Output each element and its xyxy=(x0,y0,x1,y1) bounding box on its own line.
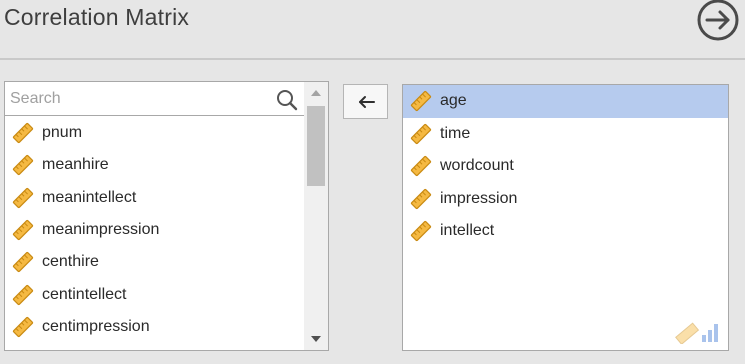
variable-label: impression xyxy=(440,189,518,207)
variable-label: centhire xyxy=(42,253,99,271)
continuous-ruler-icon xyxy=(12,252,34,273)
variable-label: meanhire xyxy=(42,156,109,174)
header-divider xyxy=(0,58,745,60)
variable-label: wordcount xyxy=(440,157,514,175)
arrow-left-icon xyxy=(358,95,375,108)
variable-label: intellect xyxy=(440,222,495,240)
variable-label: pnum xyxy=(42,124,83,142)
variable-item-meanimpression[interactable]: meanimpression xyxy=(5,214,304,246)
page-title: Correlation Matrix xyxy=(4,4,190,30)
continuous-ruler-icon xyxy=(12,187,34,208)
variable-label: time xyxy=(440,124,471,142)
scroll-up-arrow[interactable] xyxy=(304,82,328,104)
variable-item-meanhire[interactable]: meanhire xyxy=(5,149,304,181)
search-bar xyxy=(5,82,304,116)
search-icon[interactable] xyxy=(276,89,298,111)
scroll-up-icon xyxy=(311,90,321,96)
variable-label: centintellect xyxy=(42,285,127,303)
variable-item-impression[interactable]: impression xyxy=(403,183,728,216)
run-analysis-button[interactable] xyxy=(690,0,742,44)
continuous-ruler-icon xyxy=(410,156,432,177)
continuous-ruler-icon xyxy=(12,123,34,144)
scroll-down-icon xyxy=(311,336,321,342)
move-variable-button[interactable] xyxy=(343,84,388,119)
variable-item-centhire[interactable]: centhire xyxy=(5,246,304,278)
variable-label: centimpression xyxy=(42,317,150,335)
measure-type-badge-icon xyxy=(675,322,718,344)
variable-item-pnum[interactable]: pnum xyxy=(5,117,304,149)
variable-item-time[interactable]: time xyxy=(403,118,728,151)
available-variables-list: pnum meanhire meanintellect xyxy=(4,81,329,351)
continuous-ruler-icon xyxy=(12,284,34,305)
continuous-ruler-icon xyxy=(410,91,432,112)
scrollbar-thumb[interactable] xyxy=(307,106,325,186)
search-input[interactable] xyxy=(10,86,270,112)
source-scrollbar[interactable] xyxy=(304,82,328,350)
variable-item-centimpression[interactable]: centimpression xyxy=(5,311,304,343)
target-variable-items: age time wordcount impression intellect xyxy=(403,85,728,248)
continuous-ruler-icon xyxy=(12,219,34,241)
variable-item-centintellect[interactable]: centintellect xyxy=(5,278,304,310)
continuous-ruler-icon xyxy=(410,123,432,144)
variable-item-wordcount[interactable]: wordcount xyxy=(403,150,728,183)
source-variable-items: pnum meanhire meanintellect meanimpressi… xyxy=(5,117,304,343)
arrow-right-circle-icon xyxy=(697,0,739,41)
variable-label: meanimpression xyxy=(42,221,160,239)
continuous-ruler-icon xyxy=(410,221,432,242)
variable-item-intellect[interactable]: intellect xyxy=(403,215,728,248)
variable-label: age xyxy=(440,92,467,110)
selected-variables-list: age time wordcount impression intellect xyxy=(402,84,729,351)
variable-item-age[interactable]: age xyxy=(403,85,728,118)
continuous-ruler-icon xyxy=(12,316,34,338)
scroll-down-arrow[interactable] xyxy=(304,328,328,350)
continuous-ruler-icon xyxy=(12,155,34,176)
variable-label: meanintellect xyxy=(42,188,137,206)
continuous-ruler-icon xyxy=(410,188,432,209)
variable-item-meanintellect[interactable]: meanintellect xyxy=(5,182,304,214)
